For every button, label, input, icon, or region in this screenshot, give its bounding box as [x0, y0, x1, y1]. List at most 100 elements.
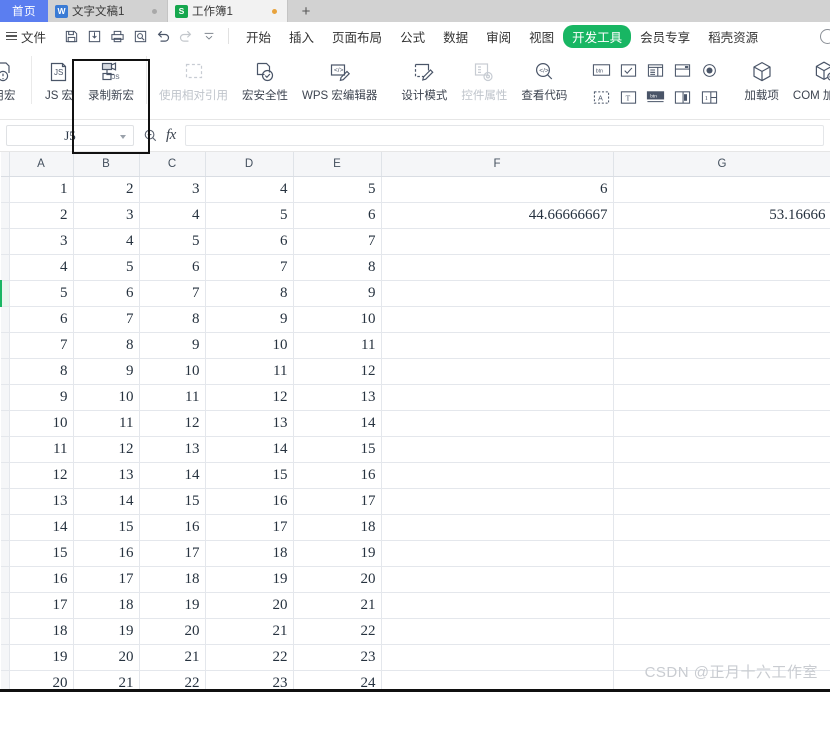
cell-D2[interactable]: 5 [205, 202, 294, 229]
search-function-icon[interactable] [140, 128, 160, 143]
cell-F6[interactable] [381, 306, 614, 333]
cell-E17[interactable]: 21 [293, 592, 382, 619]
cell-E4[interactable]: 8 [293, 254, 382, 281]
checkbox-control-icon[interactable] [618, 61, 639, 80]
table-row[interactable]: 45678 [1, 254, 830, 281]
table-row[interactable]: 12 13 14 15 16 [1, 462, 830, 489]
cell-A10[interactable]: 10 [9, 410, 74, 437]
row-header-18[interactable] [1, 618, 10, 645]
cell-A1[interactable]: 1 [9, 176, 74, 203]
cell-G8[interactable] [613, 358, 830, 385]
cell-A3[interactable]: 3 [9, 228, 74, 255]
cell-D12[interactable]: 15 [205, 462, 294, 489]
ribbon-tab-docer-resources[interactable]: 稻壳资源 [699, 25, 767, 48]
cell-F14[interactable] [381, 514, 614, 541]
table-row[interactable]: 11 12 13 14 15 [1, 436, 830, 463]
table-row[interactable]: 7 8 9 10 11 [1, 332, 830, 359]
cell-G19[interactable] [613, 644, 830, 671]
cell-E19[interactable]: 23 [293, 644, 382, 671]
cell-D19[interactable]: 22 [205, 644, 294, 671]
column-header-g[interactable]: G [613, 152, 830, 177]
row-header-14[interactable] [1, 514, 10, 541]
cell-E1[interactable]: 5 [293, 176, 382, 203]
tab-home[interactable]: 首页 [0, 0, 48, 22]
cell-E14[interactable]: 18 [293, 514, 382, 541]
cell-E8[interactable]: 12 [293, 358, 382, 385]
cell-F8[interactable] [381, 358, 614, 385]
table-row[interactable]: 34567 [1, 228, 830, 255]
row-header-12[interactable] [1, 462, 10, 489]
cell-B2[interactable]: 3 [73, 202, 140, 229]
cell-F16[interactable] [381, 566, 614, 593]
save-icon[interactable] [60, 26, 82, 46]
cell-E3[interactable]: 7 [293, 228, 382, 255]
row-header-17[interactable] [1, 592, 10, 619]
cell-E6[interactable]: 10 [293, 306, 382, 333]
table-row[interactable]: 9 10 11 12 13 [1, 384, 830, 411]
cell-B7[interactable]: 8 [73, 332, 140, 359]
row-header-15[interactable] [1, 540, 10, 567]
spreadsheet-grid[interactable]: A B C D E F G 1 2 3 4 5 6 2 3 4 5 6 44.66666667 53.1… [0, 152, 830, 692]
redo-icon[interactable] [175, 26, 197, 46]
ribbon-tab-start[interactable]: 开始 [237, 25, 280, 48]
undo-icon[interactable] [152, 26, 174, 46]
cell-A11[interactable]: 11 [9, 436, 74, 463]
cell-F19[interactable] [381, 644, 614, 671]
cell-D9[interactable]: 12 [205, 384, 294, 411]
table-row[interactable]: 56789 [0, 280, 830, 307]
ribbon-button-com-addin[interactable]: COM 加载项 [786, 52, 830, 103]
cell-A4[interactable]: 4 [9, 254, 74, 281]
textbox-control-icon[interactable]: T [618, 88, 639, 107]
cell-G10[interactable] [613, 410, 830, 437]
row-header-8[interactable] [1, 358, 10, 385]
ribbon-button-macro-editor[interactable]: </> WPS 宏编辑器 [295, 52, 384, 103]
new-tab-button[interactable]: + [288, 0, 324, 22]
cell-E15[interactable]: 19 [293, 540, 382, 567]
cell-F10[interactable] [381, 410, 614, 437]
print-icon[interactable] [106, 26, 128, 46]
cell-A8[interactable]: 8 [9, 358, 74, 385]
cell-E13[interactable]: 17 [293, 488, 382, 515]
cell-B11[interactable]: 12 [73, 436, 140, 463]
cell-A15[interactable]: 15 [9, 540, 74, 567]
name-box[interactable]: J5 [6, 125, 134, 146]
cell-A9[interactable]: 9 [9, 384, 74, 411]
cell-E5[interactable]: 9 [293, 280, 382, 307]
ribbon-tab-data[interactable]: 数据 [434, 25, 477, 48]
cell-F2[interactable]: 44.66666667 [381, 202, 614, 229]
table-row[interactable]: 2 3 4 5 6 44.66666667 53.16666 [1, 202, 830, 229]
row-header-2[interactable] [1, 202, 10, 229]
cell-B1[interactable]: 2 [73, 176, 140, 203]
cell-C5[interactable]: 7 [139, 280, 206, 307]
cell-G5[interactable] [613, 280, 830, 307]
ribbon-tab-view[interactable]: 视图 [520, 25, 563, 48]
cell-D15[interactable]: 18 [205, 540, 294, 567]
cell-D14[interactable]: 17 [205, 514, 294, 541]
scrollbar-control-icon[interactable] [672, 88, 693, 107]
cell-C15[interactable]: 17 [139, 540, 206, 567]
row-header-10[interactable] [1, 410, 10, 437]
cell-C3[interactable]: 5 [139, 228, 206, 255]
cell-C17[interactable]: 19 [139, 592, 206, 619]
row-header-1[interactable] [1, 176, 10, 203]
cell-G13[interactable] [613, 488, 830, 515]
cell-D10[interactable]: 13 [205, 410, 294, 437]
cell-F15[interactable] [381, 540, 614, 567]
cell-G14[interactable] [613, 514, 830, 541]
cell-F3[interactable] [381, 228, 614, 255]
cell-A12[interactable]: 12 [9, 462, 74, 489]
ribbon-button-use-macro[interactable]: 用宏 [0, 52, 26, 103]
cell-C10[interactable]: 12 [139, 410, 206, 437]
cell-A16[interactable]: 16 [9, 566, 74, 593]
search-icon[interactable] [820, 28, 830, 44]
cell-C2[interactable]: 4 [139, 202, 206, 229]
table-row[interactable]: 16 17 18 19 20 [1, 566, 830, 593]
row-header-3[interactable] [1, 228, 10, 255]
listbox-control-icon[interactable] [645, 61, 666, 80]
cell-D5[interactable]: 8 [205, 280, 294, 307]
formula-input[interactable] [184, 125, 824, 146]
cell-G9[interactable] [613, 384, 830, 411]
cell-A5[interactable]: 5 [9, 280, 74, 307]
row-header-19[interactable] [1, 644, 10, 671]
cell-B10[interactable]: 11 [73, 410, 140, 437]
